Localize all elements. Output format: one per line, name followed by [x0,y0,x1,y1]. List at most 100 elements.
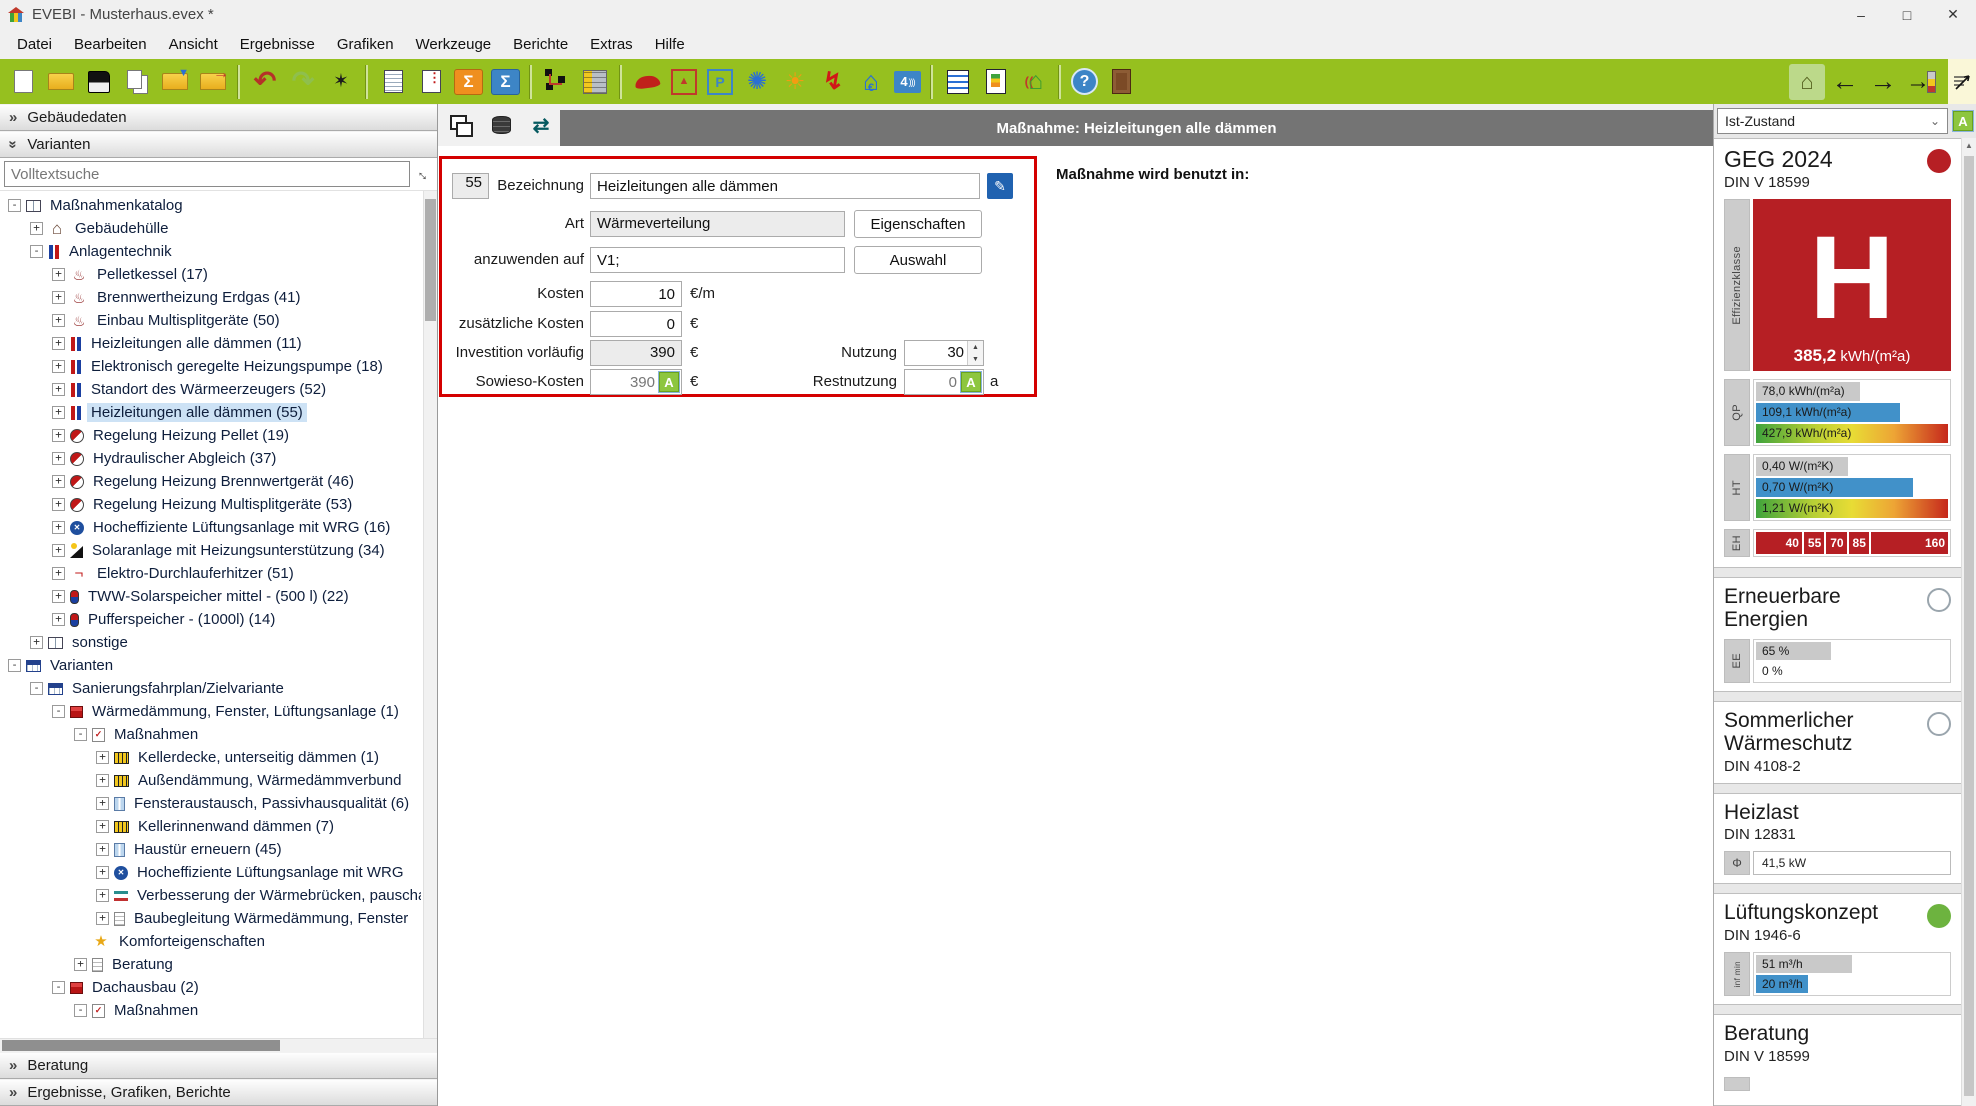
copy-icon[interactable] [119,64,155,100]
tree-expander[interactable]: + [52,429,65,442]
tree-expander[interactable]: + [52,590,65,603]
report-document-icon[interactable] [375,64,411,100]
tree-expander[interactable]: + [52,544,65,557]
auto-badge[interactable]: A [961,372,981,392]
tree-item[interactable]: + Außendämmung, Wärmedämmverbund [0,769,421,792]
tree-item[interactable]: - Wärmedämmung, Fenster, Lüftungsanlage … [0,700,421,723]
menu-item[interactable]: Extras [579,36,644,53]
new-file-icon[interactable] [5,64,41,100]
redo-icon[interactable]: ↷ [285,64,321,100]
tree-item[interactable]: + Elektronisch geregelte Heizungspumpe (… [0,355,421,378]
anzuwenden-input[interactable] [590,247,845,273]
sum-blue-icon[interactable]: Σ [491,69,520,95]
tree-expander[interactable]: + [96,774,109,787]
magic-wand-icon[interactable]: ✶ [323,64,359,100]
zusatz-kosten-input[interactable] [590,311,682,337]
plant-technology-icon[interactable]: P [707,69,733,95]
tree-expander[interactable]: + [52,521,65,534]
close-button[interactable]: ✕ [1930,0,1976,29]
tree-expander[interactable]: + [30,222,43,235]
scrollbar-thumb[interactable] [425,199,436,321]
document-values-icon[interactable] [413,64,449,100]
menu-item[interactable]: Hilfe [644,36,696,53]
tree-expander[interactable]: + [52,613,65,626]
tree-item[interactable]: + Solaranlage mit Heizungsunterstützung … [0,539,421,562]
transfer-icon[interactable]: ⇄ [526,110,556,140]
tree-item[interactable]: - ✓ Maßnahmen [0,999,421,1022]
toolbar-icon[interactable] [931,65,933,99]
tree-item[interactable]: + ⌐ Elektro-Durchlauferhitzer (51) [0,562,421,585]
panel-ergebnisse[interactable]: » Ergebnisse, Grafiken, Berichte [0,1079,437,1106]
panel-gebaeudedaten[interactable]: » Gebäudedaten [0,104,437,131]
tree-expander[interactable]: + [52,383,65,396]
tree-expander[interactable]: + [96,866,109,879]
nutzung-spinner[interactable]: 30 ▲▼ [904,340,984,366]
tree-horizontal-scrollbar[interactable] [0,1038,437,1052]
renovation-house-icon[interactable]: ⌂ [1016,64,1052,100]
tree-expander[interactable]: - [8,659,21,672]
tree-expander[interactable]: + [30,636,43,649]
back-icon[interactable]: ← [1827,64,1863,100]
tree-vertical-scrollbar[interactable] [423,191,437,1038]
tree-expander[interactable]: + [74,958,87,971]
tree-item[interactable]: + Pufferspeicher - (1000l) (14) [0,608,421,631]
tree-expander[interactable]: - [52,705,65,718]
auto-badge[interactable]: A [659,372,679,392]
solar-icon[interactable]: ☀ [777,64,813,100]
tree-item[interactable]: + Verbesserung der Wärmebrücken, pauscha… [0,884,421,907]
menu-item[interactable]: Berichte [502,36,579,53]
tree-expander[interactable]: - [8,199,21,212]
tree-item[interactable]: + Regelung Heizung Pellet (19) [0,424,421,447]
heating-icon[interactable]: ▲ [671,69,697,95]
bezeichnung-input[interactable] [590,173,980,199]
edit-pencil-icon[interactable]: ✎ [987,173,1013,199]
tree-item[interactable]: + ✕ Hocheffiziente Lüftungsanlage mit WR… [0,516,421,539]
minimize-button[interactable]: – [1838,0,1884,29]
tree-item[interactable]: + ⌂ Gebäudehülle [0,217,421,240]
scroll-up-icon[interactable]: ▲ [1962,141,1976,150]
undo-icon[interactable]: ↶ [247,64,283,100]
tree-item[interactable]: ★ Komforteigenschaften [0,930,421,953]
scrollbar-thumb[interactable] [2,1040,280,1051]
results-scrollbar[interactable]: ▲ [1961,138,1976,1106]
tree-item[interactable]: - Maßnahmenkatalog [0,194,421,217]
tree-item[interactable]: + ♨ Einbau Multisplitgeräte (50) [0,309,421,332]
kosten-input[interactable] [590,281,682,307]
tree-item[interactable]: - Dachausbau (2) [0,976,421,999]
chart-panel-icon[interactable] [1948,59,1976,104]
tree-expander[interactable]: + [96,843,109,856]
tree-expander[interactable]: - [30,682,43,695]
scrollbar-thumb[interactable] [1964,156,1974,1096]
spin-down-icon[interactable]: ▼ [968,353,983,365]
exit-icon[interactable] [1103,64,1139,100]
save-icon[interactable] [81,64,117,100]
tree-expander[interactable]: - [74,728,87,741]
menu-item[interactable]: Datei [6,36,63,53]
tree-expander[interactable]: + [52,567,65,580]
goto-result-icon[interactable]: → [1903,64,1939,100]
tree-expander[interactable]: - [52,981,65,994]
tree-expander[interactable]: + [96,889,109,902]
tree-expander[interactable]: - [30,245,43,258]
menu-item[interactable]: Grafiken [326,36,405,53]
maximize-button[interactable]: □ [1884,0,1930,29]
tree-item[interactable]: + ♨ Brennwertheizung Erdgas (41) [0,286,421,309]
tree-expander[interactable]: + [96,751,109,764]
tree-item[interactable]: + Hydraulischer Abgleich (37) [0,447,421,470]
tree-expander[interactable]: + [52,337,65,350]
panel-beratung[interactable]: » Beratung [0,1052,437,1079]
menu-item[interactable]: Ansicht [158,36,229,53]
tree-item[interactable]: + Baubegleitung Wärmedämmung, Fenster [0,907,421,930]
district-heating-icon[interactable]: 4 [894,71,921,93]
tree-item[interactable]: + Standort des Wärmeerzeugers (52) [0,378,421,401]
tree-expander[interactable]: + [52,406,65,419]
toolbar-icon[interactable] [530,65,532,99]
tree-item[interactable]: + Kellerinnenwand dämmen (7) [0,815,421,838]
tree-item[interactable]: + TWW-Solarspeicher mittel - (500 l) (22… [0,585,421,608]
tree-item[interactable]: + Beratung [0,953,421,976]
construction-layers-icon[interactable] [577,64,613,100]
toolbar-icon[interactable] [1059,65,1061,99]
tree-expander[interactable]: + [52,291,65,304]
forward-icon[interactable]: → [1865,64,1901,100]
tree-item[interactable]: - Anlagentechnik [0,240,421,263]
